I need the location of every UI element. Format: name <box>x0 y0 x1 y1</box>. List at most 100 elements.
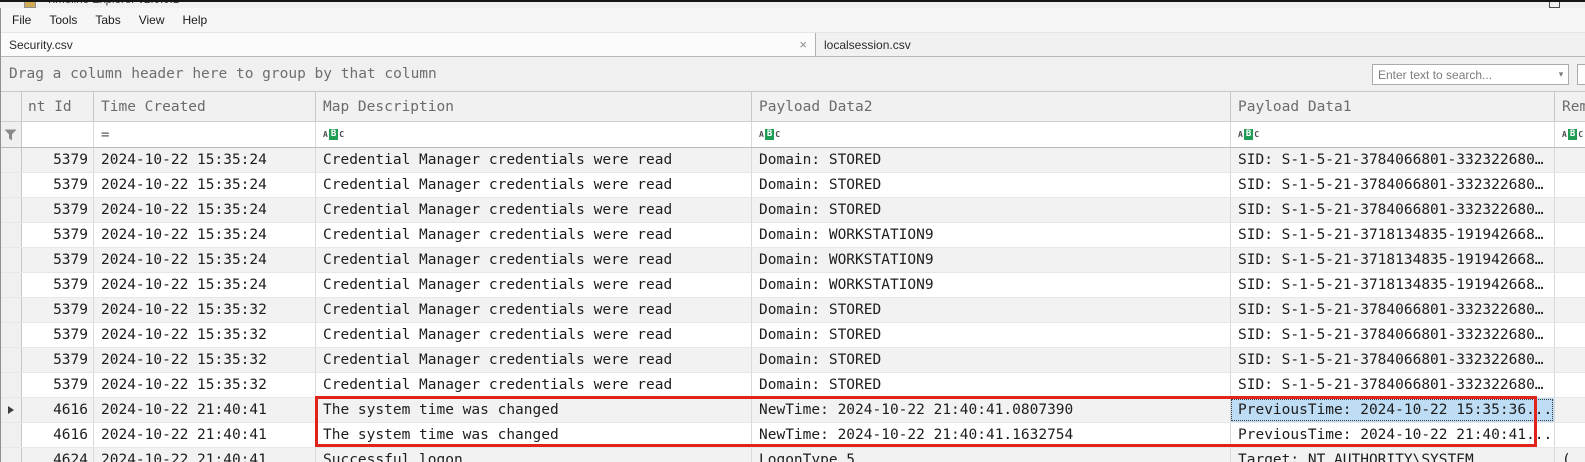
cell-map-description[interactable]: Credential Manager credentials were read <box>315 373 751 397</box>
cell-map-description[interactable]: Successful logon <box>315 448 751 462</box>
cell-payload-data2[interactable]: NewTime: 2024-10-22 21:40:41.1632754 <box>751 423 1230 447</box>
cell-time-created[interactable]: 2024-10-22 15:35:32 <box>93 298 315 322</box>
cell-payload-data1[interactable]: SID: S-1-5-21-3784066801-332322680… <box>1230 348 1554 372</box>
cell-payload-data1[interactable]: SID: S-1-5-21-3784066801-332322680… <box>1230 298 1554 322</box>
header-payload-data2[interactable]: Payload Data2 <box>751 92 1230 121</box>
filter-map-description[interactable]: ABC <box>315 122 751 147</box>
cell-remarks[interactable] <box>1554 323 1585 347</box>
table-row[interactable]: 5379 2024-10-22 15:35:24 Credential Mana… <box>0 273 1585 298</box>
cell-payload-data1[interactable]: SID: S-1-5-21-3784066801-332322680… <box>1230 173 1554 197</box>
cell-payload-data2[interactable]: Domain: STORED <box>751 348 1230 372</box>
table-row[interactable]: 4616 2024-10-22 21:40:41 The system time… <box>0 398 1585 423</box>
row-indicator-cell[interactable] <box>0 448 22 462</box>
cell-time-created[interactable]: 2024-10-22 21:40:41 <box>93 423 315 447</box>
header-event-id[interactable]: nt Id <box>22 92 93 121</box>
tab-security-csv[interactable]: Security.csv × <box>1 33 816 56</box>
tab-localsession-csv[interactable]: localsession.csv <box>817 33 1585 56</box>
cell-remarks[interactable] <box>1554 223 1585 247</box>
cell-remarks[interactable] <box>1554 298 1585 322</box>
filter-payload-data2[interactable]: ABC <box>751 122 1230 147</box>
filter-payload-data1[interactable]: ABC <box>1230 122 1554 147</box>
header-time-created[interactable]: Time Created <box>93 92 315 121</box>
header-map-description[interactable]: Map Description <box>315 92 751 121</box>
row-indicator-cell[interactable] <box>0 398 22 422</box>
cell-remarks[interactable] <box>1554 398 1585 422</box>
menu-help[interactable]: Help <box>174 9 217 31</box>
table-row[interactable]: 5379 2024-10-22 15:35:32 Credential Mana… <box>0 323 1585 348</box>
cell-map-description[interactable]: Credential Manager credentials were read <box>315 348 751 372</box>
row-indicator-cell[interactable] <box>0 148 22 172</box>
cell-event-id[interactable]: 5379 <box>22 223 93 247</box>
cell-event-id[interactable]: 5379 <box>22 323 93 347</box>
cell-remarks[interactable] <box>1554 423 1585 447</box>
cell-payload-data2[interactable]: Domain: STORED <box>751 323 1230 347</box>
cell-time-created[interactable]: 2024-10-22 21:40:41 <box>93 448 315 462</box>
row-indicator-cell[interactable] <box>0 423 22 447</box>
row-indicator-cell[interactable] <box>0 373 22 397</box>
cell-event-id[interactable]: 5379 <box>22 373 93 397</box>
cell-payload-data2[interactable]: NewTime: 2024-10-22 21:40:41.0807390 <box>751 398 1230 422</box>
find-button-partial[interactable] <box>1577 64 1585 85</box>
cell-event-id[interactable]: 4616 <box>22 423 93 447</box>
cell-remarks[interactable] <box>1554 198 1585 222</box>
cell-event-id[interactable]: 5379 <box>22 248 93 272</box>
cell-payload-data1[interactable]: Target: NT AUTHORITY\SYSTEM <box>1230 448 1554 462</box>
filter-funnel-icon[interactable] <box>0 122 22 147</box>
table-row[interactable]: 5379 2024-10-22 15:35:24 Credential Mana… <box>0 223 1585 248</box>
header-remarks[interactable]: Rem <box>1554 92 1585 121</box>
cell-payload-data2[interactable]: Domain: STORED <box>751 298 1230 322</box>
filter-time-created[interactable]: = <box>93 122 315 147</box>
row-indicator-cell[interactable] <box>0 298 22 322</box>
menu-tabs[interactable]: Tabs <box>86 9 129 31</box>
cell-payload-data2[interactable]: Domain: STORED <box>751 198 1230 222</box>
cell-time-created[interactable]: 2024-10-22 15:35:24 <box>93 198 315 222</box>
table-row[interactable]: 5379 2024-10-22 15:35:32 Credential Mana… <box>0 298 1585 323</box>
menu-file[interactable]: File <box>3 9 40 31</box>
cell-event-id[interactable]: 5379 <box>22 298 93 322</box>
menu-tools[interactable]: Tools <box>40 9 86 31</box>
table-row[interactable]: 5379 2024-10-22 15:35:24 Credential Mana… <box>0 198 1585 223</box>
row-indicator-cell[interactable] <box>0 198 22 222</box>
cell-remarks[interactable] <box>1554 248 1585 272</box>
cell-map-description[interactable]: Credential Manager credentials were read <box>315 298 751 322</box>
cell-time-created[interactable]: 2024-10-22 15:35:24 <box>93 223 315 247</box>
cell-event-id[interactable]: 5379 <box>22 198 93 222</box>
row-indicator-cell[interactable] <box>0 323 22 347</box>
table-row[interactable]: 5379 2024-10-22 15:35:32 Credential Mana… <box>0 348 1585 373</box>
cell-payload-data2[interactable]: Domain: STORED <box>751 148 1230 172</box>
cell-time-created[interactable]: 2024-10-22 15:35:24 <box>93 173 315 197</box>
cell-time-created[interactable]: 2024-10-22 15:35:32 <box>93 373 315 397</box>
row-indicator-cell[interactable] <box>0 173 22 197</box>
cell-time-created[interactable]: 2024-10-22 15:35:32 <box>93 348 315 372</box>
cell-remarks[interactable] <box>1554 273 1585 297</box>
table-row[interactable]: 5379 2024-10-22 15:35:24 Credential Mana… <box>0 148 1585 173</box>
cell-time-created[interactable]: 2024-10-22 15:35:24 <box>93 273 315 297</box>
cell-payload-data1[interactable]: SID: S-1-5-21-3784066801-332322680… <box>1230 323 1554 347</box>
cell-event-id[interactable]: 5379 <box>22 348 93 372</box>
cell-remarks[interactable] <box>1554 348 1585 372</box>
cell-event-id[interactable]: 5379 <box>22 173 93 197</box>
chevron-down-icon[interactable]: ▾ <box>1554 69 1568 80</box>
cell-payload-data1[interactable]: SID: S-1-5-21-3784066801-332322680… <box>1230 198 1554 222</box>
cell-map-description[interactable]: Credential Manager credentials were read <box>315 323 751 347</box>
cell-event-id[interactable]: 4624 <box>22 448 93 462</box>
table-row[interactable]: 4624 2024-10-22 21:40:41 Successful logo… <box>0 448 1585 462</box>
cell-payload-data2[interactable]: Domain: STORED <box>751 173 1230 197</box>
filter-remarks[interactable]: ABC <box>1554 122 1585 147</box>
cell-payload-data2[interactable]: Domain: WORKSTATION9 <box>751 223 1230 247</box>
cell-payload-data1[interactable]: SID: S-1-5-21-3784066801-332322680… <box>1230 373 1554 397</box>
table-row[interactable]: 5379 2024-10-22 15:35:24 Credential Mana… <box>0 173 1585 198</box>
cell-payload-data2[interactable]: LogonType 5 <box>751 448 1230 462</box>
table-row[interactable]: 4616 2024-10-22 21:40:41 The system time… <box>0 423 1585 448</box>
cell-map-description[interactable]: The system time was changed <box>315 423 751 447</box>
cell-map-description[interactable]: Credential Manager credentials were read <box>315 173 751 197</box>
cell-payload-data1[interactable]: PreviousTime: 2024-10-22 15:35:36... <box>1230 398 1554 422</box>
cell-map-description[interactable]: Credential Manager credentials were read <box>315 198 751 222</box>
cell-remarks[interactable]: ( <box>1554 448 1585 462</box>
cell-time-created[interactable]: 2024-10-22 21:40:41 <box>93 398 315 422</box>
search-input[interactable] <box>1373 67 1554 82</box>
search-combobox[interactable]: ▾ <box>1372 64 1569 85</box>
filter-event-id[interactable] <box>22 122 93 147</box>
cell-map-description[interactable]: The system time was changed <box>315 398 751 422</box>
cell-time-created[interactable]: 2024-10-22 15:35:24 <box>93 248 315 272</box>
